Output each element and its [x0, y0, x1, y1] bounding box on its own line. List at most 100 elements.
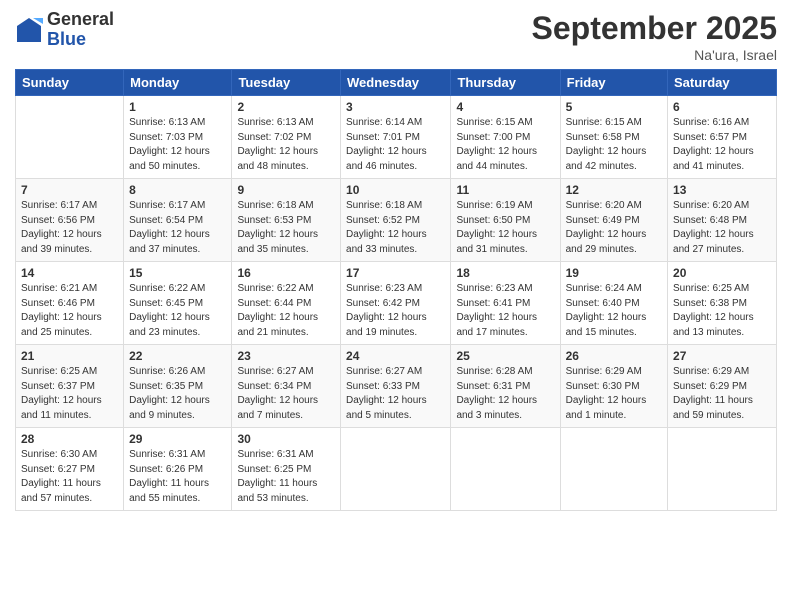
day-info: Sunrise: 6:18 AM Sunset: 6:53 PM Dayligh… — [237, 199, 335, 257]
page-header: General Blue September 2025 Na'ura, Isra… — [15, 10, 777, 63]
table-row: 6 Sunrise: 6:16 AM Sunset: 6:57 PM Daylig… — [668, 96, 777, 179]
table-row — [451, 428, 560, 511]
table-row: 10Sunrise: 6:18 AM Sunset: 6:52 PM Dayli… — [341, 179, 451, 262]
day-info: Sunrise: 6:15 AM Sunset: 7:00 PM Dayligh… — [456, 116, 554, 174]
day-number: 19 — [566, 266, 662, 280]
table-row: 24 Sunrise: 6:27 AM Sunset: 6:33 PM Dayli… — [341, 345, 451, 428]
day-number: 22 — [129, 349, 226, 363]
logo-text: General Blue — [47, 10, 114, 50]
col-friday: Friday — [560, 70, 667, 96]
calendar-table: Sunday Monday Tuesday Wednesday Thursday… — [15, 69, 777, 511]
table-row: 12 Sunrise: 6:20 AM Sunset: 6:49 PM Dayli… — [560, 179, 667, 262]
day-info: Sunrise: 6:19 AM Sunset: 6:50 PM Dayligh… — [456, 199, 554, 257]
table-row — [341, 428, 451, 511]
day-number: 10 — [346, 183, 445, 197]
table-row: 26Sunrise: 6:29 AM Sunset: 6:30 PM Dayli… — [560, 345, 667, 428]
day-number: 20 — [673, 266, 771, 280]
location: Na'ura, Israel — [532, 47, 777, 63]
day-info: Sunrise: 6:23 AM Sunset: 6:42 PM Dayligh… — [346, 282, 445, 340]
day-number: 24 — [346, 349, 445, 363]
logo-general: General — [47, 10, 114, 30]
table-row: 3 Sunrise: 6:14 AM Sunset: 7:01 PM Daylig… — [341, 96, 451, 179]
day-number: 5 — [566, 100, 662, 114]
day-info: Sunrise: 6:22 AM Sunset: 6:44 PM Dayligh… — [237, 282, 335, 340]
table-row: 5 Sunrise: 6:15 AM Sunset: 6:58 PM Daylig… — [560, 96, 667, 179]
day-number: 28 — [21, 432, 118, 446]
table-row: 23 Sunrise: 6:27 AM Sunset: 6:34 PM Dayli… — [232, 345, 341, 428]
calendar-header-row: Sunday Monday Tuesday Wednesday Thursday… — [16, 70, 777, 96]
day-number: 4 — [456, 100, 554, 114]
table-row: 19 Sunrise: 6:24 AM Sunset: 6:40 PM Dayli… — [560, 262, 667, 345]
table-row — [16, 96, 124, 179]
table-row — [560, 428, 667, 511]
day-number: 12 — [566, 183, 662, 197]
day-info: Sunrise: 6:24 AM Sunset: 6:40 PM Dayligh… — [566, 282, 662, 340]
day-info: Sunrise: 6:29 AM Sunset: 6:30 PM Dayligh… — [566, 365, 662, 423]
day-info: Sunrise: 6:27 AM Sunset: 6:34 PM Dayligh… — [237, 365, 335, 423]
day-info: Sunrise: 6:17 AM Sunset: 6:56 PM Dayligh… — [21, 199, 118, 257]
table-row: 18 Sunrise: 6:23 AM Sunset: 6:41 PM Dayli… — [451, 262, 560, 345]
day-info: Sunrise: 6:15 AM Sunset: 6:58 PM Dayligh… — [566, 116, 662, 174]
day-info: Sunrise: 6:16 AM Sunset: 6:57 PM Dayligh… — [673, 116, 771, 174]
day-number: 3 — [346, 100, 445, 114]
table-row: 22 Sunrise: 6:26 AM Sunset: 6:35 PM Dayli… — [124, 345, 232, 428]
col-saturday: Saturday — [668, 70, 777, 96]
calendar-week-row: 14 Sunrise: 6:21 AM Sunset: 6:46 PM Dayli… — [16, 262, 777, 345]
day-number: 17 — [346, 266, 445, 280]
day-number: 29 — [129, 432, 226, 446]
day-number: 27 — [673, 349, 771, 363]
day-info: Sunrise: 6:14 AM Sunset: 7:01 PM Dayligh… — [346, 116, 445, 174]
table-row: 30 Sunrise: 6:31 AM Sunset: 6:25 PM Dayli… — [232, 428, 341, 511]
table-row: 16 Sunrise: 6:22 AM Sunset: 6:44 PM Dayli… — [232, 262, 341, 345]
day-number: 25 — [456, 349, 554, 363]
day-number: 11 — [456, 183, 554, 197]
day-number: 23 — [237, 349, 335, 363]
day-number: 30 — [237, 432, 335, 446]
table-row: 2Sunrise: 6:13 AM Sunset: 7:02 PM Daylig… — [232, 96, 341, 179]
table-row: 29 Sunrise: 6:31 AM Sunset: 6:26 PM Dayli… — [124, 428, 232, 511]
day-info: Sunrise: 6:13 AM Sunset: 7:03 PM Dayligh… — [129, 116, 226, 174]
day-info: Sunrise: 6:31 AM Sunset: 6:26 PM Dayligh… — [129, 448, 226, 506]
day-number: 14 — [21, 266, 118, 280]
day-info: Sunrise: 6:31 AM Sunset: 6:25 PM Dayligh… — [237, 448, 335, 506]
day-info: Sunrise: 6:20 AM Sunset: 6:49 PM Dayligh… — [566, 199, 662, 257]
table-row: 14 Sunrise: 6:21 AM Sunset: 6:46 PM Dayli… — [16, 262, 124, 345]
table-row: 21Sunrise: 6:25 AM Sunset: 6:37 PM Dayli… — [16, 345, 124, 428]
table-row: 28 Sunrise: 6:30 AM Sunset: 6:27 PM Dayli… — [16, 428, 124, 511]
table-row: 7Sunrise: 6:17 AM Sunset: 6:56 PM Daylig… — [16, 179, 124, 262]
table-row: 11 Sunrise: 6:19 AM Sunset: 6:50 PM Dayli… — [451, 179, 560, 262]
day-number: 6 — [673, 100, 771, 114]
day-info: Sunrise: 6:23 AM Sunset: 6:41 PM Dayligh… — [456, 282, 554, 340]
day-info: Sunrise: 6:17 AM Sunset: 6:54 PM Dayligh… — [129, 199, 226, 257]
day-info: Sunrise: 6:30 AM Sunset: 6:27 PM Dayligh… — [21, 448, 118, 506]
logo-blue: Blue — [47, 30, 114, 50]
day-number: 16 — [237, 266, 335, 280]
day-info: Sunrise: 6:27 AM Sunset: 6:33 PM Dayligh… — [346, 365, 445, 423]
col-tuesday: Tuesday — [232, 70, 341, 96]
calendar-week-row: 21Sunrise: 6:25 AM Sunset: 6:37 PM Dayli… — [16, 345, 777, 428]
table-row: 4 Sunrise: 6:15 AM Sunset: 7:00 PM Daylig… — [451, 96, 560, 179]
table-row: 15 Sunrise: 6:22 AM Sunset: 6:45 PM Dayli… — [124, 262, 232, 345]
day-info: Sunrise: 6:28 AM Sunset: 6:31 PM Dayligh… — [456, 365, 554, 423]
day-number: 21 — [21, 349, 118, 363]
day-number: 8 — [129, 183, 226, 197]
table-row — [668, 428, 777, 511]
logo: General Blue — [15, 10, 114, 50]
day-number: 15 — [129, 266, 226, 280]
day-info: Sunrise: 6:26 AM Sunset: 6:35 PM Dayligh… — [129, 365, 226, 423]
day-info: Sunrise: 6:25 AM Sunset: 6:38 PM Dayligh… — [673, 282, 771, 340]
day-number: 18 — [456, 266, 554, 280]
day-info: Sunrise: 6:22 AM Sunset: 6:45 PM Dayligh… — [129, 282, 226, 340]
col-thursday: Thursday — [451, 70, 560, 96]
month-title: September 2025 — [532, 10, 777, 47]
calendar-week-row: 1Sunrise: 6:13 AM Sunset: 7:03 PM Daylig… — [16, 96, 777, 179]
calendar-week-row: 7Sunrise: 6:17 AM Sunset: 6:56 PM Daylig… — [16, 179, 777, 262]
day-info: Sunrise: 6:21 AM Sunset: 6:46 PM Dayligh… — [21, 282, 118, 340]
table-row: 13Sunrise: 6:20 AM Sunset: 6:48 PM Dayli… — [668, 179, 777, 262]
table-row: 25 Sunrise: 6:28 AM Sunset: 6:31 PM Dayli… — [451, 345, 560, 428]
day-number: 13 — [673, 183, 771, 197]
col-wednesday: Wednesday — [341, 70, 451, 96]
col-sunday: Sunday — [16, 70, 124, 96]
table-row: 1Sunrise: 6:13 AM Sunset: 7:03 PM Daylig… — [124, 96, 232, 179]
logo-icon — [15, 16, 43, 44]
